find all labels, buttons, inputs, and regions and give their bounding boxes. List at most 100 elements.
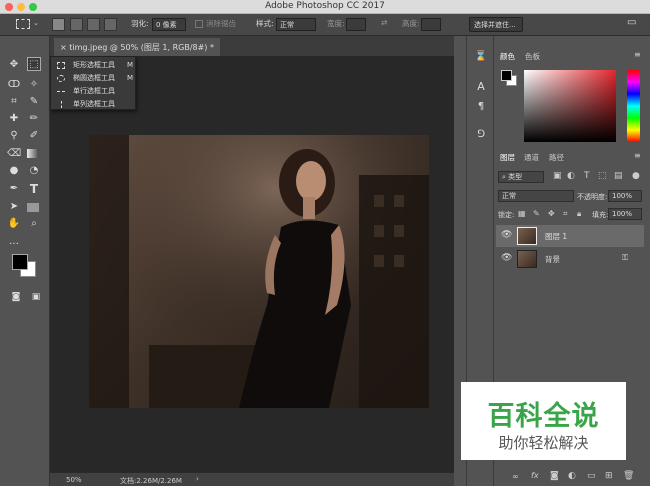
tab-swatches[interactable]: 色板 [525, 51, 540, 62]
document-tab[interactable]: × timg.jpeg @ 50% (图层 1, RGB/8#) * [54, 38, 220, 56]
filter-shape-icon[interactable]: ⬚ [598, 171, 607, 181]
layer-name[interactable]: 背景 [545, 254, 560, 265]
filter-toggle-icon[interactable]: ● [632, 171, 640, 181]
lock-artboard-icon[interactable]: ⌗ [563, 209, 568, 219]
add-to-selection-button[interactable] [70, 18, 83, 31]
window-title: Adobe Photoshop CC 2017 [265, 1, 385, 11]
marquee-preset-icon[interactable] [16, 19, 30, 29]
crop-tool-icon[interactable]: ⌗ [7, 95, 21, 109]
height-input[interactable] [421, 18, 441, 31]
clone-stamp-icon[interactable]: ⚲ [7, 129, 21, 143]
blend-mode-select[interactable]: 正常 [498, 190, 574, 202]
fill-input[interactable]: 100% [608, 208, 642, 220]
flyout-item-single-row-marquee[interactable]: 单行选框工具 [51, 85, 137, 98]
color-picker-field[interactable] [524, 70, 616, 142]
path-selection-icon[interactable]: ➤ [7, 200, 21, 214]
adjustment-layer-icon[interactable]: ◐ [568, 471, 576, 481]
type-tool-icon[interactable]: T [27, 182, 41, 196]
document-size: 文档:2.26M/2.26M [120, 477, 182, 485]
add-mask-icon[interactable]: ◙ [550, 471, 559, 481]
character-panel-icon[interactable]: A [474, 80, 488, 94]
single-row-marquee-icon [57, 91, 65, 92]
width-input[interactable] [346, 18, 366, 31]
marquee-tool-icon[interactable]: ⬚ [27, 57, 41, 71]
layer-row-background[interactable]: 👁︎ 背景 ⚿ [496, 248, 644, 270]
flyout-item-single-column-marquee[interactable]: 单列选框工具 [51, 98, 137, 111]
layer-filter-select[interactable]: ⌕ 类型 [498, 171, 544, 183]
new-selection-button[interactable] [52, 18, 65, 31]
link-layers-icon[interactable]: ∞ [512, 472, 519, 481]
healing-brush-icon[interactable]: ✚ [7, 112, 21, 126]
paragraph-panel-icon[interactable]: ¶ [474, 100, 488, 114]
layers-menu-icon[interactable]: ≡ [634, 151, 641, 160]
swap-icon[interactable]: ⇄ [381, 18, 387, 27]
height-label: 高度: [402, 19, 420, 28]
history-brush-icon[interactable]: ✐ [27, 129, 41, 143]
style-select[interactable]: 正常 [276, 18, 316, 31]
hand-tool-icon[interactable]: ✋ [7, 217, 21, 231]
gradient-tool-icon[interactable] [27, 149, 39, 158]
lock-all-icon[interactable]: 🔒︎ [577, 209, 581, 219]
filter-type-icon[interactable]: T [584, 171, 590, 181]
more-tools-icon[interactable]: … [7, 235, 21, 249]
quick-mask-icon[interactable]: ◙ [9, 290, 23, 304]
fill-label: 填充: [592, 211, 609, 219]
eraser-icon[interactable]: ⌫ [7, 147, 21, 161]
opacity-label: 不透明度: [577, 193, 608, 201]
workspace-icon[interactable]: ▭ [627, 17, 636, 28]
chevron-down-icon[interactable]: ⌄ [33, 19, 39, 27]
flyout-item-rectangular-marquee[interactable]: 矩形选框工具 M [51, 59, 137, 72]
subtract-from-selection-button[interactable] [87, 18, 100, 31]
title-bar: Adobe Photoshop CC 2017 [0, 0, 650, 14]
foreground-color-swatch[interactable] [12, 254, 28, 270]
options-bar: ⌄ 羽化: 0 像素 消除锯齿 样式: 正常 宽度: ⇄ 高度: 选择并遮住..… [0, 14, 650, 36]
tab-layers[interactable]: 图层 [500, 152, 515, 163]
antialias-checkbox[interactable] [195, 20, 203, 28]
filter-smart-icon[interactable]: ▤ [614, 171, 623, 181]
panel-menu-icon[interactable]: ≡ [634, 50, 641, 59]
layer-style-icon[interactable]: fx [531, 471, 539, 480]
magic-wand-icon[interactable]: ✧ [27, 78, 41, 92]
new-group-icon[interactable]: ▭ [587, 471, 596, 481]
move-tool-icon[interactable]: ✥ [7, 58, 21, 72]
document-image[interactable] [89, 135, 429, 408]
hue-slider[interactable] [627, 70, 640, 142]
history-panel-icon[interactable]: ⌛ [474, 50, 488, 64]
delete-layer-icon[interactable]: 🗑︎ [623, 471, 634, 481]
color-fg-swatch[interactable] [501, 70, 512, 81]
lock-position-icon[interactable]: ✥ [548, 209, 555, 218]
visibility-eye-icon[interactable]: 👁︎ [501, 230, 512, 240]
opacity-input[interactable]: 100% [608, 190, 642, 202]
eyedropper-icon[interactable]: ✎ [27, 95, 41, 109]
layer-name[interactable]: 图层 1 [545, 231, 567, 242]
glyphs-panel-icon[interactable]: ⅁ [474, 128, 488, 142]
antialias-label: 消除锯齿 [206, 19, 236, 28]
close-tab-icon[interactable]: × [60, 43, 67, 52]
filter-pixel-icon[interactable]: ▣ [553, 171, 562, 181]
screen-mode-icon[interactable]: ▣ [29, 290, 43, 304]
tab-paths[interactable]: 路径 [549, 152, 564, 163]
pen-tool-icon[interactable]: ✒ [7, 182, 21, 196]
zoom-tool-icon[interactable]: ⌕ [27, 217, 41, 231]
lock-transparency-icon[interactable]: ▦ [518, 209, 526, 218]
filter-adjustment-icon[interactable]: ◐ [567, 171, 575, 181]
feather-input[interactable]: 0 像素 [152, 18, 186, 31]
lasso-tool-icon[interactable]: ↀ [7, 78, 21, 92]
brush-tool-icon[interactable]: ✏ [27, 112, 41, 126]
status-menu-arrow-icon[interactable]: › [196, 475, 199, 483]
lock-pixels-icon[interactable]: ✎ [533, 209, 540, 218]
new-layer-icon[interactable]: ⊞ [605, 471, 613, 481]
layer-row-layer1[interactable]: 👁︎ 图层 1 [496, 225, 644, 247]
flyout-item-elliptical-marquee[interactable]: 椭圆选框工具 M [51, 72, 137, 85]
tab-channels[interactable]: 通道 [524, 152, 539, 163]
zoom-level[interactable]: 50% [66, 476, 82, 484]
photo-illustration [89, 135, 429, 408]
blur-tool-icon[interactable]: ● [7, 164, 21, 178]
tab-color[interactable]: 颜色 [500, 51, 515, 62]
select-and-mask-button[interactable]: 选择并遮住... [469, 17, 523, 32]
style-label: 样式: [256, 19, 274, 28]
intersect-selection-button[interactable] [104, 18, 117, 31]
rectangle-tool-icon[interactable] [27, 203, 39, 212]
visibility-eye-icon[interactable]: 👁︎ [501, 253, 512, 263]
dodge-tool-icon[interactable]: ◔ [27, 164, 41, 178]
